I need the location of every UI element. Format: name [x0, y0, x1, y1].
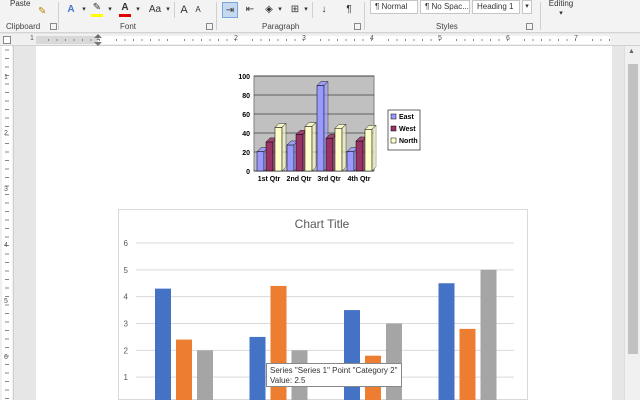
- chevron-down-icon[interactable]: ▾: [134, 2, 142, 18]
- scroll-up-icon[interactable]: ▲: [628, 48, 635, 55]
- font-color-glyph-icon: A: [121, 2, 129, 13]
- paragraph-group-label: Paragraph: [262, 22, 300, 31]
- divider: [216, 2, 217, 30]
- scrollbar-thumb[interactable]: [628, 64, 638, 354]
- ruler-number: 2: [234, 35, 238, 42]
- divider: [540, 2, 541, 30]
- grow-font-button[interactable]: A: [178, 2, 190, 18]
- shading-icon[interactable]: ◈: [262, 2, 276, 18]
- bar: [386, 323, 402, 400]
- chart-tooltip: Series "Series 1" Point "Category 2" Val…: [266, 363, 402, 387]
- chevron-down-icon[interactable]: ▾: [302, 2, 310, 18]
- clipboard-launcher-icon[interactable]: [50, 23, 57, 30]
- paragraph-launcher-icon[interactable]: [354, 23, 361, 30]
- highlighter-glyph-icon: ✎: [92, 2, 102, 13]
- shrink-font-button[interactable]: A: [192, 2, 204, 18]
- divider: [312, 2, 313, 18]
- bar: [176, 339, 192, 400]
- vruler-number: 3: [4, 186, 8, 193]
- ltr-text-button[interactable]: ⇥: [222, 2, 238, 18]
- style-normal[interactable]: ¶ Normal: [370, 0, 418, 14]
- document-page[interactable]: 0 20 40 60 80 100 1st Qtr 2nd Qtr 3rd Qtr 4th Qtr…: [36, 46, 612, 400]
- divider: [364, 2, 365, 30]
- rtl-text-button[interactable]: ⇤: [242, 2, 258, 18]
- styles-group-label: Styles: [436, 22, 458, 31]
- show-formatting-button[interactable]: ¶: [342, 2, 356, 18]
- ruler-number: 4: [370, 35, 374, 42]
- modern-chart[interactable]: Chart Title0123456: [36, 46, 612, 400]
- y-tick-label: 3: [124, 320, 129, 329]
- bar: [249, 336, 266, 400]
- paste-button[interactable]: Paste: [10, 0, 30, 12]
- vertical-scrollbar[interactable]: ▲: [624, 46, 640, 400]
- styles-launcher-icon[interactable]: [526, 23, 533, 30]
- clipboard-group-label: Clipboard: [6, 22, 41, 31]
- chevron-down-icon[interactable]: ▾: [106, 2, 114, 18]
- sort-icon[interactable]: ↓: [318, 2, 330, 18]
- y-tick-label: 1: [124, 373, 129, 382]
- vruler-ticks: [2, 46, 12, 400]
- divider: [58, 2, 59, 30]
- ribbon: Paste ✎ Clipboard A ▾ ✎ ▾ A ▾ Aa ▾ A A F…: [0, 0, 640, 33]
- tooltip-series-point: Series "Series 1" Point "Category 2": [270, 366, 398, 375]
- style-heading-1[interactable]: Heading 1: [472, 0, 520, 14]
- bar: [459, 328, 476, 400]
- y-tick-label: 6: [124, 239, 129, 248]
- y-tick-label: 4: [124, 293, 129, 302]
- ruler-number: 1: [96, 35, 100, 42]
- ruler-number: 5: [438, 35, 442, 42]
- chevron-down-icon[interactable]: ▾: [276, 2, 284, 18]
- chart-title: Chart Title: [295, 217, 350, 231]
- styles-more-icon[interactable]: ▾: [522, 0, 532, 14]
- y-tick-label: 5: [124, 266, 129, 275]
- text-effects-icon[interactable]: A: [64, 2, 78, 18]
- change-case-button[interactable]: Aa: [146, 2, 164, 18]
- highlight-color-bar: [91, 14, 103, 17]
- vruler-number: 5: [4, 298, 8, 305]
- ruler-number: 3: [302, 35, 306, 42]
- bar: [480, 269, 497, 400]
- highlight-icon[interactable]: ✎: [90, 2, 104, 18]
- borders-icon[interactable]: ⊞: [288, 2, 302, 18]
- vertical-ruler[interactable]: 1 2 3 4 5 6: [0, 46, 14, 400]
- format-painter-icon[interactable]: ✎: [38, 4, 46, 20]
- bar: [438, 283, 455, 400]
- font-color-bar: [119, 14, 131, 17]
- font-group-label: Font: [120, 22, 137, 31]
- vruler-number: 6: [4, 354, 8, 361]
- font-launcher-icon[interactable]: [206, 23, 213, 30]
- vruler-number: 1: [4, 74, 8, 81]
- ruler-number: 1: [30, 35, 34, 42]
- vruler-number: 4: [4, 242, 8, 249]
- ruler-number: 6: [506, 35, 510, 42]
- chevron-down-icon[interactable]: ▾: [80, 2, 88, 18]
- chevron-down-icon[interactable]: ▾: [554, 6, 568, 22]
- bar: [155, 288, 171, 400]
- style-no-spacing[interactable]: ¶ No Spac...: [420, 0, 470, 14]
- ruler-number: 7: [574, 35, 578, 42]
- font-color-icon[interactable]: A: [118, 2, 132, 18]
- tooltip-value: Value: 2.5: [270, 376, 306, 385]
- vruler-number: 2: [4, 130, 8, 137]
- divider: [174, 2, 175, 18]
- horizontal-ruler[interactable]: 1 1 2 3 4 5 6 7: [0, 34, 640, 46]
- bar: [197, 350, 213, 400]
- chevron-down-icon[interactable]: ▾: [164, 2, 172, 18]
- y-tick-label: 2: [124, 346, 129, 355]
